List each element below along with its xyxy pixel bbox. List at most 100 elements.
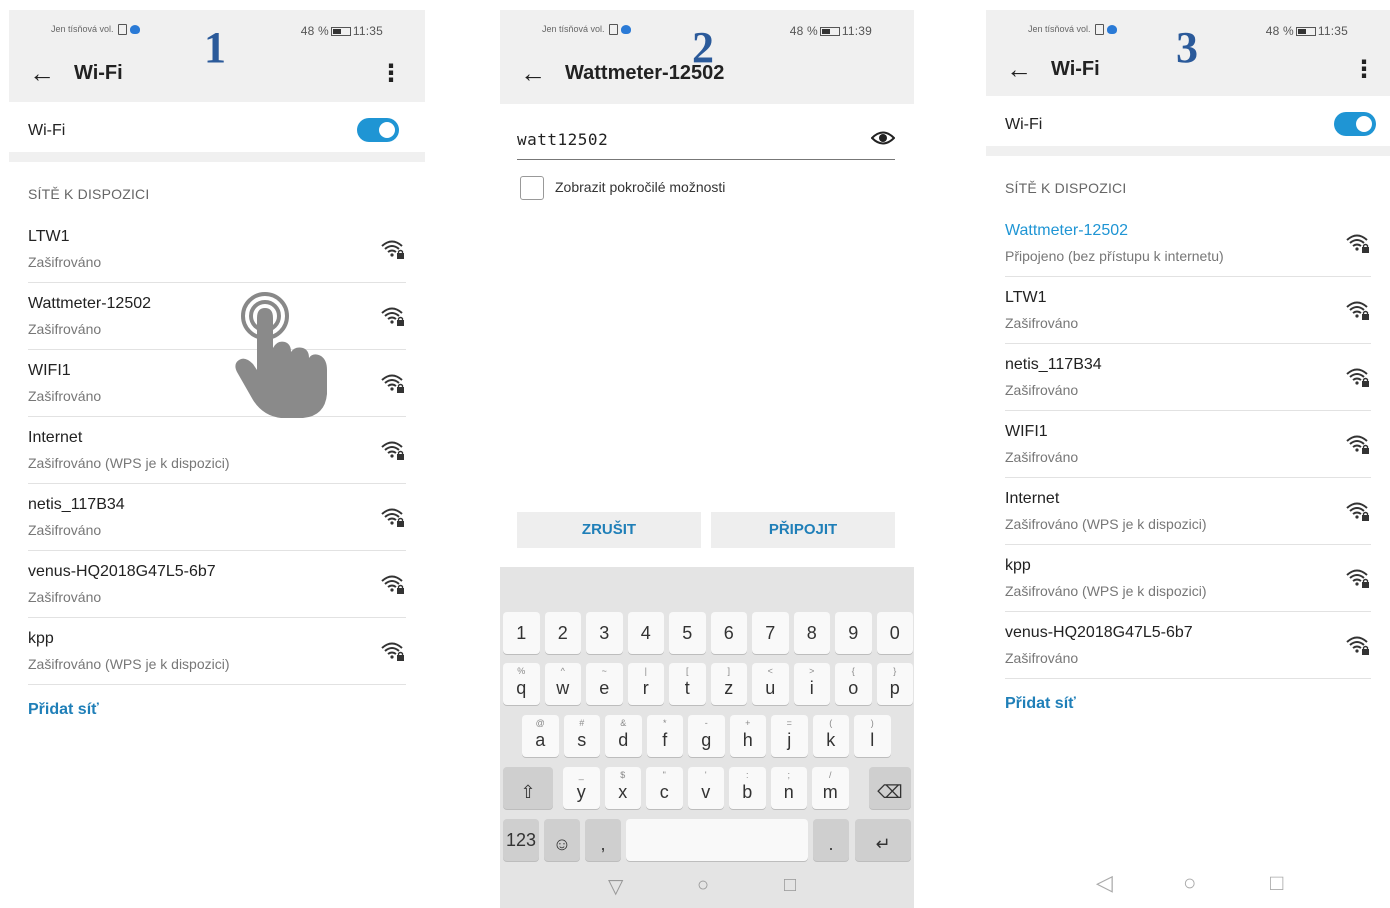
key-c[interactable]: " c bbox=[646, 767, 683, 809]
key-q[interactable]: % q bbox=[503, 663, 540, 705]
network-item[interactable]: Wattmeter-12502 Připojeno (bez přístupu k… bbox=[1005, 210, 1371, 277]
wifi-toggle[interactable] bbox=[357, 118, 399, 142]
key-r[interactable]: | r bbox=[627, 663, 664, 705]
key-label: z bbox=[724, 678, 734, 698]
nav-home-icon[interactable]: ○ bbox=[697, 874, 709, 897]
key-5[interactable]: 5 bbox=[669, 612, 706, 654]
top-bar: Jen tísňová vol. 48 % 11:35 1 ← Wi-Fi ⋮ bbox=[9, 10, 425, 102]
key-x[interactable]: $ x bbox=[604, 767, 641, 809]
key-u[interactable]: < u bbox=[752, 663, 789, 705]
network-item[interactable]: Internet Zašifrováno (WPS je k dispozici) bbox=[1005, 478, 1371, 545]
network-item[interactable]: netis_117B34 Zašifrováno bbox=[28, 484, 406, 551]
key-l[interactable]: ) l bbox=[854, 715, 891, 757]
key-label: j bbox=[787, 730, 792, 750]
network-item[interactable]: Internet Zašifrováno (WPS je k dispozici) bbox=[28, 417, 406, 484]
password-field[interactable]: watt12502 bbox=[517, 126, 895, 160]
advanced-options-checkbox[interactable]: Zobrazit pokročilé možnosti bbox=[520, 176, 914, 202]
network-item[interactable]: WIFI1 Zašifrováno bbox=[1005, 411, 1371, 478]
wifi-toggle[interactable] bbox=[1334, 112, 1376, 136]
connect-button[interactable]: PŘIPOJIT bbox=[711, 512, 895, 548]
key-9[interactable]: 9 bbox=[835, 612, 872, 654]
back-arrow-icon[interactable]: ← bbox=[520, 58, 546, 89]
shift-key-icon[interactable]: ⇧ bbox=[503, 767, 553, 809]
key-label: t bbox=[684, 678, 690, 698]
key-w[interactable]: ^ w bbox=[544, 663, 581, 705]
network-item[interactable]: netis_117B34 Zašifrováno bbox=[1005, 344, 1371, 411]
key-label: m bbox=[822, 782, 838, 802]
wifi-toggle-row[interactable]: Wi-Fi bbox=[986, 96, 1390, 156]
checkbox-box[interactable] bbox=[520, 176, 544, 200]
nav-home-icon[interactable]: ○ bbox=[1183, 870, 1196, 896]
more-menu-icon[interactable]: ⋮ bbox=[379, 59, 403, 88]
key-label: k bbox=[826, 730, 836, 750]
eye-icon[interactable] bbox=[871, 129, 895, 147]
symbols-key[interactable]: 123 bbox=[503, 819, 539, 861]
key-o[interactable]: {o bbox=[835, 663, 872, 705]
screen-2-password-dialog: Jen tísňová vol. 48 % 11:39 2 ← Wattmeter… bbox=[500, 10, 914, 908]
key-z[interactable]: ] z bbox=[710, 663, 747, 705]
key-0[interactable]: 0 bbox=[876, 612, 913, 654]
nav-recents-icon[interactable]: □ bbox=[784, 874, 796, 897]
add-network-link[interactable]: Přidat síť bbox=[9, 685, 425, 719]
network-item[interactable]: Wattmeter-12502 Zašifrováno bbox=[28, 283, 406, 350]
key-alt-label: | bbox=[644, 666, 647, 676]
network-item[interactable]: WIFI1 Zašifrováno bbox=[28, 350, 406, 417]
key-7[interactable]: 7 bbox=[752, 612, 789, 654]
key-e[interactable]: ~ e bbox=[586, 663, 623, 705]
network-item[interactable]: kpp Zašifrováno (WPS je k dispozici) bbox=[28, 618, 406, 685]
enter-key-icon[interactable]: ↵ bbox=[855, 819, 911, 861]
title-bar: ← Wi-Fi ⋮ bbox=[9, 46, 425, 102]
key-label: l bbox=[870, 730, 875, 750]
key-4[interactable]: 4 bbox=[627, 612, 664, 654]
key-a[interactable]: @ a bbox=[522, 715, 559, 757]
wifi-toggle-row[interactable]: Wi-Fi bbox=[9, 102, 425, 162]
key-h[interactable]: + h bbox=[729, 715, 766, 757]
key-y[interactable]: _ y bbox=[563, 767, 600, 809]
key-t[interactable]: [t bbox=[669, 663, 706, 705]
network-item[interactable]: LTW1 Zašifrováno bbox=[1005, 277, 1371, 344]
network-item[interactable]: LTW1 Zašifrováno bbox=[28, 216, 406, 283]
key-6[interactable]: 6 bbox=[710, 612, 747, 654]
key-alt-label: " bbox=[662, 770, 666, 780]
nav-back-icon[interactable]: ◁ bbox=[1096, 870, 1113, 896]
key-b[interactable]: :b bbox=[729, 767, 766, 809]
backspace-key-icon[interactable]: ⌫ bbox=[869, 767, 911, 809]
key-i[interactable]: > i bbox=[793, 663, 830, 705]
space-key[interactable] bbox=[626, 819, 808, 861]
emoji-key-icon[interactable]: ☺ bbox=[544, 819, 580, 861]
back-arrow-icon[interactable]: ← bbox=[1006, 54, 1032, 85]
key-k[interactable]: (k bbox=[812, 715, 849, 757]
nav-recents-icon[interactable]: □ bbox=[1270, 870, 1283, 896]
network-status: Zašifrováno bbox=[28, 254, 102, 270]
add-network-link[interactable]: Přidat síť bbox=[986, 679, 1390, 713]
comma-key[interactable]: , bbox=[585, 819, 621, 861]
key-p[interactable]: } p bbox=[876, 663, 913, 705]
key-d[interactable]: & d bbox=[605, 715, 642, 757]
key-j[interactable]: = j bbox=[771, 715, 808, 757]
key-1[interactable]: 1 bbox=[503, 612, 540, 654]
network-status: Zašifrováno bbox=[28, 388, 102, 404]
network-item[interactable]: venus-HQ2018G47L5-6b7 Zašifrováno bbox=[28, 551, 406, 618]
cancel-button[interactable]: ZRUŠIT bbox=[517, 512, 701, 548]
more-menu-icon[interactable]: ⋮ bbox=[1352, 55, 1376, 84]
battery-time: 48 % 11:35 bbox=[300, 24, 383, 38]
key-v[interactable]: ' v bbox=[687, 767, 724, 809]
key-8[interactable]: 8 bbox=[793, 612, 830, 654]
network-item[interactable]: venus-HQ2018G47L5-6b7 Zašifrováno bbox=[1005, 612, 1371, 679]
key-3[interactable]: 3 bbox=[586, 612, 623, 654]
back-arrow-icon[interactable]: ← bbox=[29, 58, 55, 89]
key-f[interactable]: * f bbox=[646, 715, 683, 757]
network-item[interactable]: kpp Zašifrováno (WPS je k dispozici) bbox=[1005, 545, 1371, 612]
key-m[interactable]: / m bbox=[812, 767, 849, 809]
key-label: ⇧ bbox=[520, 782, 536, 802]
network-name: netis_117B34 bbox=[1005, 356, 1102, 373]
key-n[interactable]: ; n bbox=[770, 767, 807, 809]
period-key[interactable]: . bbox=[813, 819, 849, 861]
key-g[interactable]: -g bbox=[688, 715, 725, 757]
top-bar: Jen tísňová vol. 48 % 11:39 2 ← Wattmeter… bbox=[500, 10, 914, 104]
key-2[interactable]: 2 bbox=[544, 612, 581, 654]
nav-back-icon[interactable]: ▽ bbox=[608, 874, 623, 899]
network-name: kpp bbox=[28, 630, 54, 647]
key-s[interactable]: # s bbox=[563, 715, 600, 757]
key-alt-label: ( bbox=[829, 718, 833, 728]
